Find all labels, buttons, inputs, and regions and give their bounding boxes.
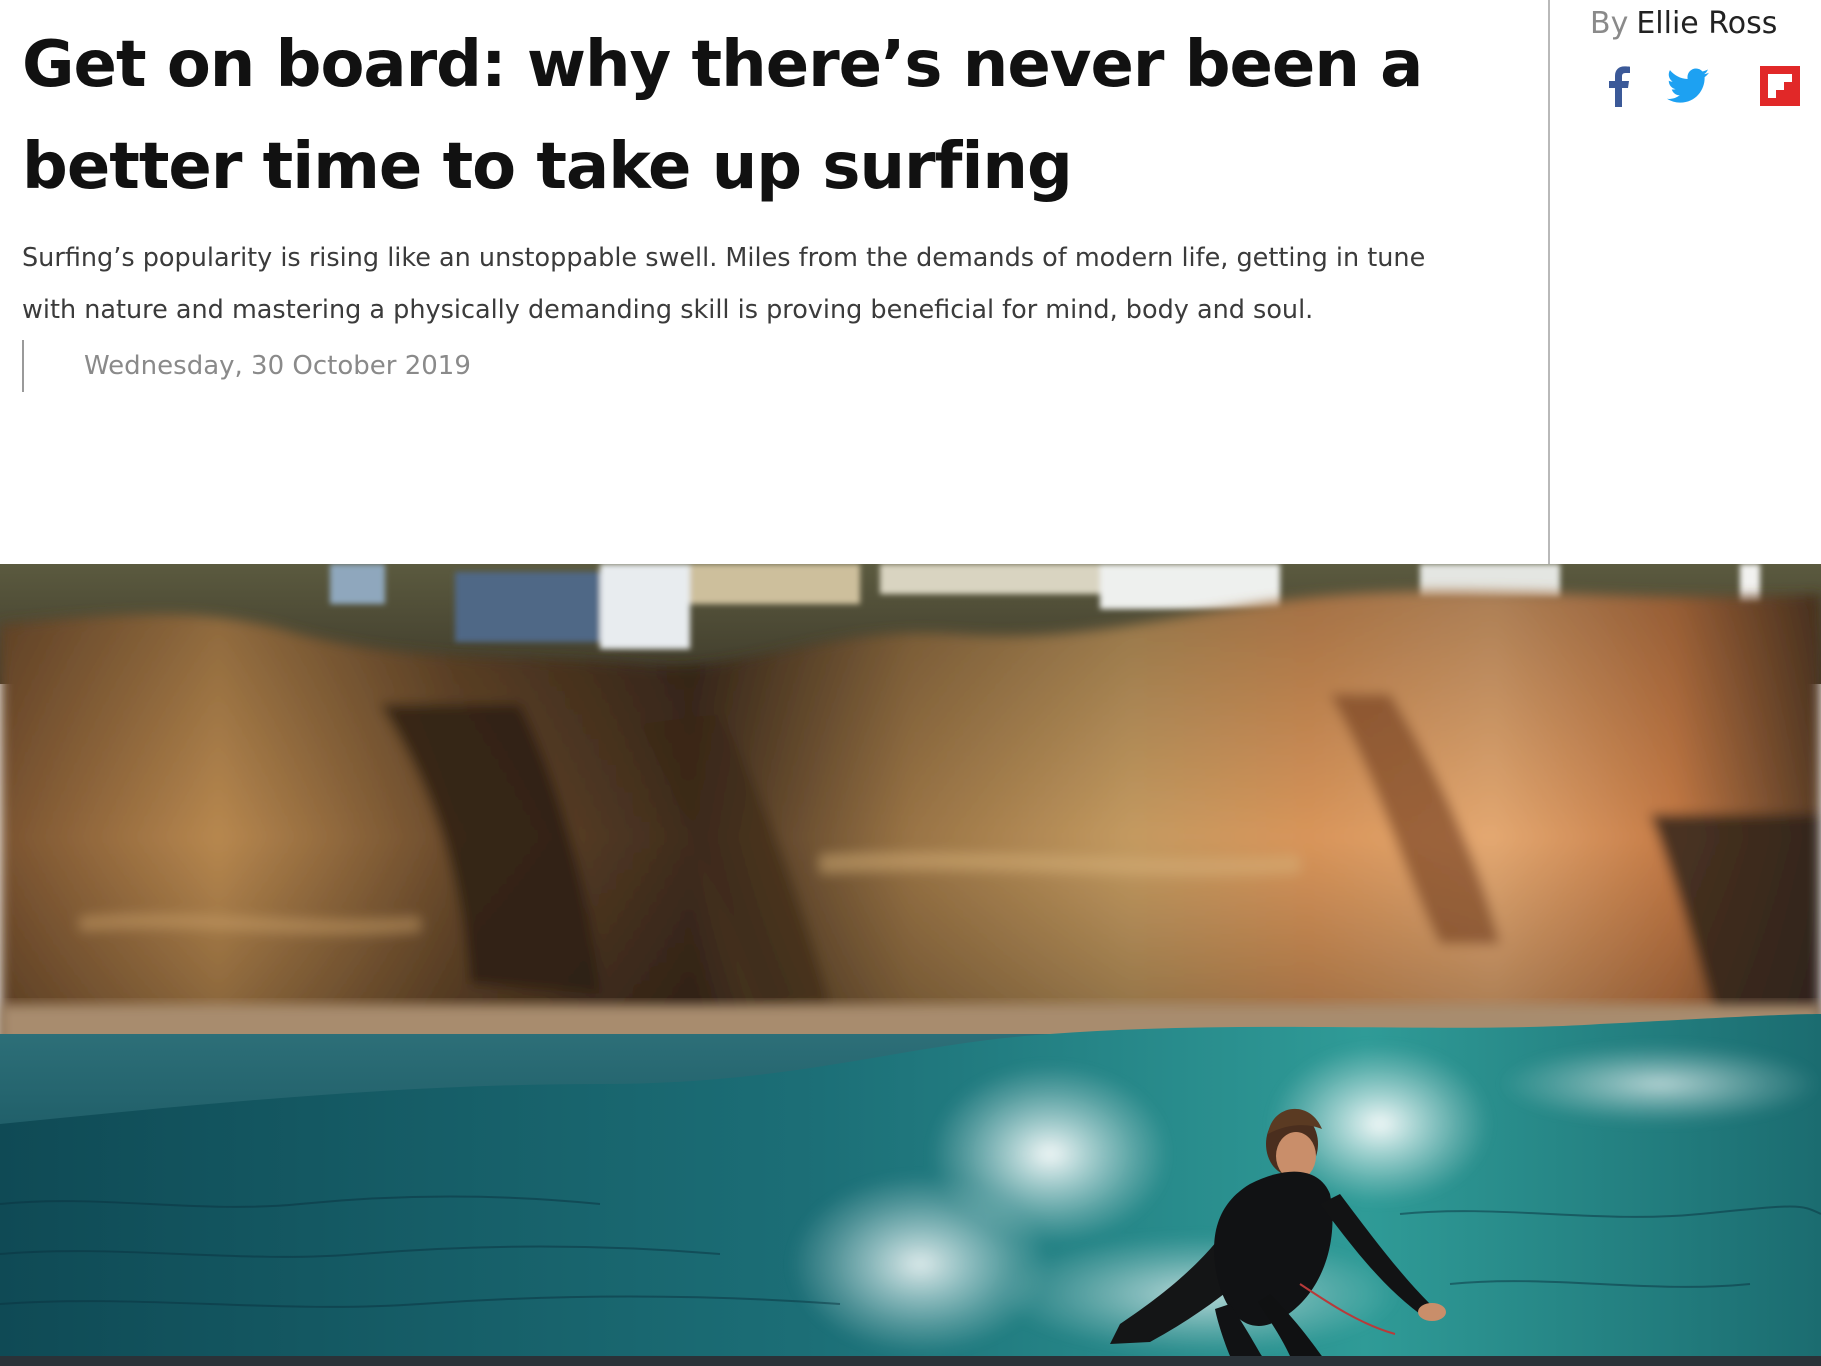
article-page: Get on board: why there’s never been a b… [0, 0, 1821, 1366]
flipboard-icon [1760, 66, 1800, 106]
article-standfirst: Surfing’s popularity is rising like an u… [22, 243, 1426, 325]
byline: By Ellie Ross [1590, 6, 1777, 41]
author-name-link[interactable]: Ellie Ross [1636, 6, 1777, 41]
facebook-icon [1609, 66, 1630, 107]
share-buttons [1596, 64, 1806, 108]
hero-image [0, 564, 1821, 1356]
sidebar-divider [1548, 0, 1550, 564]
article-header: Get on board: why there’s never been a b… [0, 0, 1821, 564]
share-flipboard-button[interactable] [1758, 64, 1802, 108]
article-headline: Get on board: why there’s never been a b… [22, 28, 1423, 204]
surfer-photo [0, 564, 1821, 1356]
article-heading-block: Get on board: why there’s never been a b… [22, 14, 1522, 336]
publish-date: Wednesday, 30 October 2019 [84, 351, 471, 381]
share-twitter-button[interactable] [1666, 64, 1710, 108]
byline-prefix: By [1590, 6, 1629, 41]
share-facebook-button[interactable] [1596, 64, 1640, 108]
page-bottom-bar [0, 1356, 1821, 1366]
twitter-icon [1667, 68, 1709, 103]
article-dateline: Wednesday, 30 October 2019 [22, 340, 471, 392]
